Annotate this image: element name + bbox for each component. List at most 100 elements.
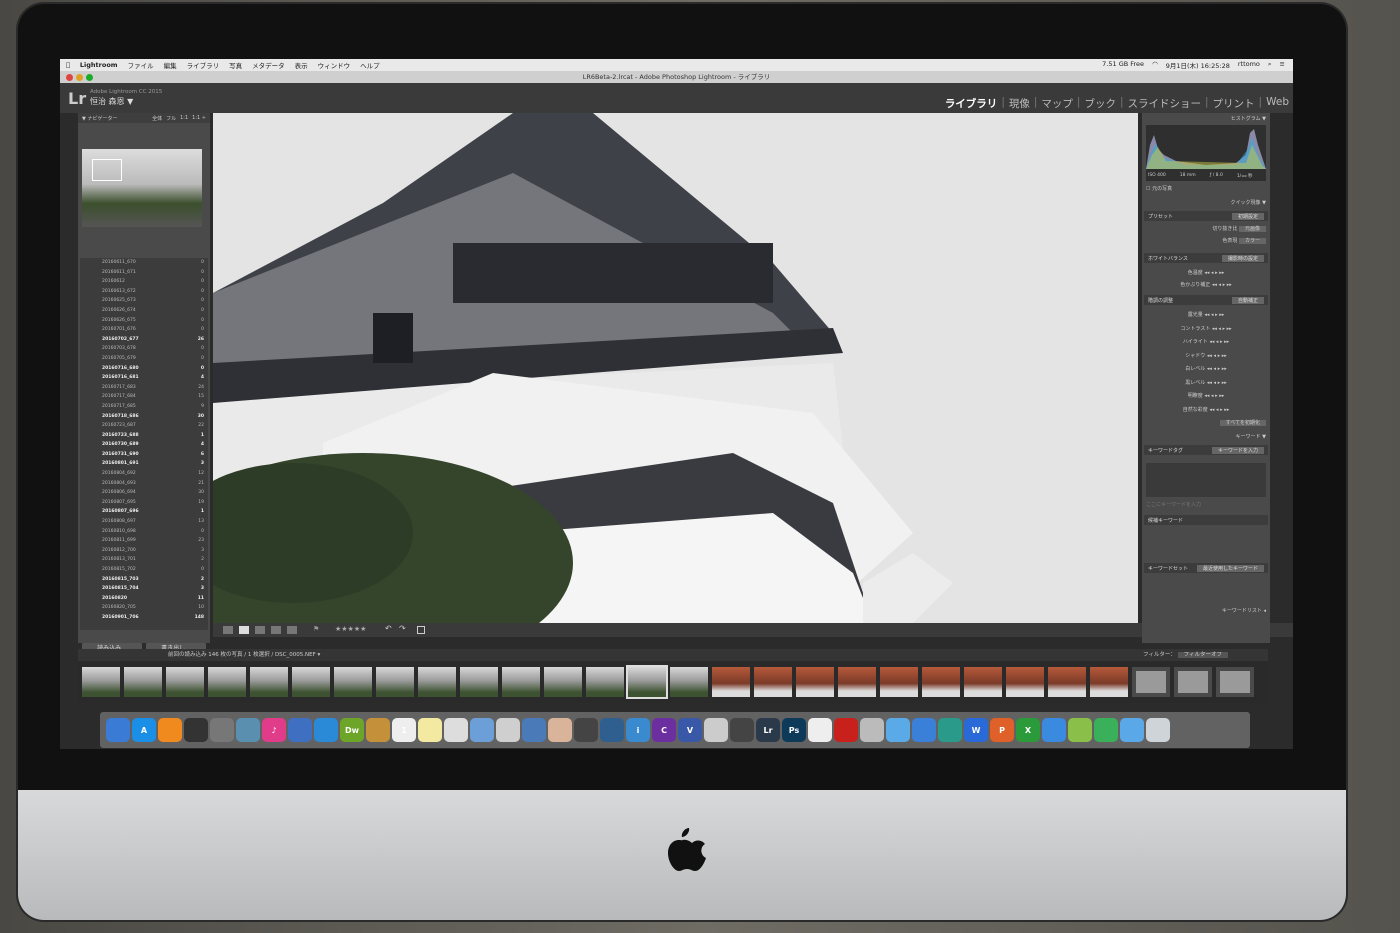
survey-view-button[interactable] [271, 626, 281, 634]
folder-item[interactable]: 20160820_705 10 [80, 603, 208, 613]
filmstrip-thumbnail[interactable] [796, 667, 834, 697]
nikon-transfer-icon[interactable] [730, 718, 754, 742]
notes-icon[interactable] [366, 718, 390, 742]
capture-nx-icon[interactable]: C [652, 718, 676, 742]
folder-item[interactable]: 20160815_703 2 [80, 575, 208, 585]
filmstrip-thumbnail[interactable] [626, 665, 668, 699]
word-icon[interactable]: W [964, 718, 988, 742]
rotate-left-icon[interactable]: ↶ [385, 624, 392, 633]
folder-item[interactable]: 20160613_672 0 [80, 287, 208, 297]
menu-file[interactable]: ファイル [128, 60, 154, 70]
histogram-header[interactable]: ヒストグラム ▼ [1146, 115, 1266, 122]
filmstrip-thumbnail[interactable] [670, 667, 708, 697]
folder-item[interactable]: 20160807_696 1 [80, 507, 208, 517]
filmstrip-thumbnail[interactable] [586, 667, 624, 697]
folder-item[interactable]: 20160717_685 9 [80, 402, 208, 412]
grid-view-button[interactable] [223, 626, 233, 634]
downloads-folder-icon[interactable] [1120, 718, 1144, 742]
preset-row[interactable]: プリセット 初期設定 [1144, 211, 1268, 221]
crop-overlay-icon[interactable] [417, 626, 425, 634]
lightroom-icon[interactable]: Lr [756, 718, 780, 742]
menu-help[interactable]: ヘルプ [360, 60, 380, 70]
face-app-icon[interactable] [548, 718, 572, 742]
module-print[interactable]: プリント [1213, 96, 1255, 111]
powerpoint-icon[interactable]: P [990, 718, 1014, 742]
preset-select[interactable]: 初期設定 [1231, 213, 1264, 220]
folder-item[interactable]: 20160815_702 0 [80, 565, 208, 575]
navigator-preview[interactable] [82, 149, 202, 227]
folder-item[interactable]: 20160730_689 4 [80, 440, 208, 450]
white-balance-select[interactable]: 撮影時の設定 [1221, 255, 1264, 262]
treatment-row[interactable]: 色表現 カラー [1146, 237, 1266, 244]
filmstrip-thumbnail[interactable] [754, 667, 792, 697]
identity-name[interactable]: 恒治 森恩 ▼ [90, 96, 133, 107]
filmstrip-thumbnail[interactable] [502, 667, 540, 697]
menu-library[interactable]: ライブラリ [187, 60, 220, 70]
tone-row[interactable]: 白レベル ◂◂ ◂ ▸ ▸▸ [1146, 365, 1266, 372]
folder-item[interactable]: 20160810_698 0 [80, 527, 208, 537]
image-viewer-icon[interactable] [522, 718, 546, 742]
calendar-icon[interactable]: 1 [392, 718, 416, 742]
system-preferences-icon[interactable] [210, 718, 234, 742]
viewnx-icon[interactable]: V [678, 718, 702, 742]
migration-icon[interactable] [1068, 718, 1092, 742]
module-slideshow[interactable]: スライドショー [1128, 96, 1202, 111]
rotate-right-icon[interactable]: ↷ [399, 624, 406, 633]
folder-item[interactable]: 20160808_697 13 [80, 517, 208, 527]
tone-row[interactable]: 明瞭度 ◂◂ ◂ ▸ ▸▸ [1146, 392, 1266, 399]
filmstrip-thumbnail[interactable] [376, 667, 414, 697]
filmstrip-thumbnail[interactable] [166, 667, 204, 697]
textedit-icon[interactable] [444, 718, 468, 742]
keyword-set-select[interactable]: 最近使用したキーワード [1196, 565, 1264, 572]
menu-window[interactable]: ウィンドウ [318, 60, 351, 70]
module-book[interactable]: ブック [1084, 96, 1116, 111]
spotlight-icon[interactable]: ⌕ [1268, 60, 1272, 70]
filmstrip-thumbnail[interactable] [922, 667, 960, 697]
folder-item[interactable]: 20160820 11 [80, 594, 208, 604]
filmstrip-thumbnail[interactable] [1006, 667, 1044, 697]
clock-status[interactable]: 9月1日(木) 16:25:28 [1166, 60, 1230, 70]
minimize-window-button[interactable] [76, 74, 83, 81]
tone-row[interactable]: 露光量 ◂◂ ◂ ▸ ▸▸ [1146, 311, 1266, 318]
folder-item[interactable]: 20160901_706 148 [80, 613, 208, 623]
filmstrip-thumbnail[interactable] [1216, 667, 1254, 697]
folder-item[interactable]: 20160815_704 3 [80, 584, 208, 594]
menu-edit[interactable]: 編集 [164, 60, 177, 70]
network-icon[interactable] [1042, 718, 1066, 742]
quick-develop-header[interactable]: クイック現像 ▼ [1146, 199, 1266, 206]
auto-tone-button[interactable]: 自動補正 [1231, 297, 1264, 304]
stickies-icon[interactable] [418, 718, 442, 742]
zoom-custom[interactable]: 1:1 ÷ [192, 115, 206, 122]
keyword-text-area[interactable] [1146, 463, 1266, 497]
folder-item[interactable]: 20160723_687 22 [80, 421, 208, 431]
filter-control[interactable]: フィルター： フィルターオフ [1143, 649, 1228, 661]
keyword-tags-row[interactable]: キーワードタグ キーワードを入力 [1144, 445, 1268, 455]
filmstrip-thumbnail[interactable] [1174, 667, 1212, 697]
filmstrip-thumbnail[interactable] [82, 667, 120, 697]
folder-item[interactable]: 20160702_677 26 [80, 335, 208, 345]
folder-item[interactable]: 20160731_690 6 [80, 450, 208, 460]
keynote-icon[interactable] [496, 718, 520, 742]
folder-item[interactable]: 20160811_699 23 [80, 536, 208, 546]
folder-item[interactable]: 20160813_701 2 [80, 555, 208, 565]
acrobat-icon[interactable] [834, 718, 858, 742]
filmstrip-thumbnail[interactable] [1048, 667, 1086, 697]
menu-photo[interactable]: 写真 [229, 60, 242, 70]
user-menu[interactable]: rttomo [1238, 60, 1260, 70]
filmstrip-thumbnail[interactable] [124, 667, 162, 697]
itunes-icon[interactable]: ♪ [262, 718, 286, 742]
keyword-tags-select[interactable]: キーワードを入力 [1211, 447, 1264, 454]
folder-item[interactable]: 20160717_684 15 [80, 392, 208, 402]
keyword-set-row[interactable]: キーワードセット 最近使用したキーワード [1144, 563, 1268, 573]
people-view-button[interactable] [287, 626, 297, 634]
original-photo-checkbox[interactable]: ☐ 元の写真 [1146, 185, 1266, 192]
info-icon[interactable]: i [626, 718, 650, 742]
dreamweaver-icon[interactable]: Dw [340, 718, 364, 742]
compare-view-button[interactable] [255, 626, 265, 634]
tone-control-row[interactable]: 階調の調整 自動補正 [1144, 295, 1268, 305]
keyword-list-header[interactable]: キーワードリスト ◂ [1146, 607, 1266, 614]
apple-menu-icon[interactable]:  [66, 61, 70, 69]
filmstrip-thumbnail[interactable] [712, 667, 750, 697]
folder-item[interactable]: 20160717_683 24 [80, 383, 208, 393]
tone-row[interactable]: 黒レベル ◂◂ ◂ ▸ ▸▸ [1146, 379, 1266, 386]
